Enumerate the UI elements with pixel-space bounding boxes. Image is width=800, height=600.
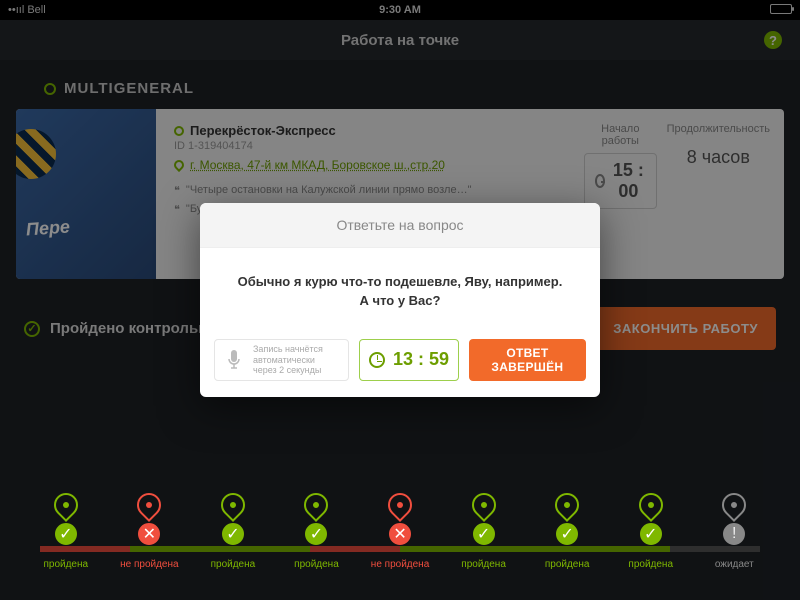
step-label: пройдена <box>294 559 339 570</box>
step-label: ожидает <box>715 559 754 570</box>
checkpoint-step[interactable]: ✕ не пройдена <box>358 493 442 570</box>
step-label: пройдена <box>211 559 256 570</box>
checkpoint-stepper: ✓ пройдена ✕ не пройдена ✓ пройдена ✓ пройдена ✕… <box>0 493 800 570</box>
step-label: пройдена <box>461 559 506 570</box>
pin-icon <box>634 488 668 522</box>
step-node: ✓ <box>640 523 662 545</box>
timer-value: 13 : 59 <box>393 349 449 370</box>
modal-title: Ответьте на вопрос <box>200 203 600 248</box>
step-label: пройдена <box>545 559 590 570</box>
pin-icon <box>132 488 166 522</box>
pin-icon <box>299 488 333 522</box>
step-label: не пройдена <box>371 559 429 570</box>
step-node: ✕ <box>138 523 160 545</box>
pin-icon <box>550 488 584 522</box>
pin-icon <box>383 488 417 522</box>
checkpoint-step[interactable]: ✓ пройдена <box>609 493 693 570</box>
step-node: ✓ <box>222 523 244 545</box>
pin-icon <box>49 488 83 522</box>
question-line-1: Обычно я курю что-то подешевле, Яву, нап… <box>226 272 574 292</box>
modal-body: Обычно я курю что-то подешевле, Яву, нап… <box>200 248 600 329</box>
checkpoint-step[interactable]: ✓ пройдена <box>191 493 275 570</box>
pin-icon <box>467 488 501 522</box>
microphone-icon <box>223 346 245 374</box>
answer-timer: 13 : 59 <box>359 339 459 381</box>
step-label: пройдена <box>628 559 673 570</box>
step-label: пройдена <box>43 559 88 570</box>
answer-done-button[interactable]: ОТВЕТ ЗАВЕРШЁН <box>469 339 586 381</box>
rec-text-1: Запись начнётся <box>253 344 323 355</box>
step-node: ✕ <box>389 523 411 545</box>
step-node: ✓ <box>556 523 578 545</box>
pin-icon <box>216 488 250 522</box>
pin-icon <box>717 488 751 522</box>
checkpoint-step[interactable]: ✓ пройдена <box>442 493 526 570</box>
rec-text-2: автоматически <box>253 355 323 366</box>
question-modal: Ответьте на вопрос Обычно я курю что-то … <box>200 203 600 397</box>
checkpoint-step[interactable]: ✓ пройдена <box>275 493 359 570</box>
clock-icon <box>369 352 385 368</box>
step-node: ✓ <box>305 523 327 545</box>
question-line-2: А что у Вас? <box>226 291 574 311</box>
record-indicator: Запись начнётся автоматически через 2 се… <box>214 339 349 381</box>
rec-text-3: через 2 секунды <box>253 365 323 376</box>
checkpoint-step[interactable]: ✓ пройдена <box>24 493 108 570</box>
checkpoint-step[interactable]: ✕ не пройдена <box>108 493 192 570</box>
checkpoint-step[interactable]: ! ожидает <box>693 493 777 570</box>
step-node: ✓ <box>473 523 495 545</box>
checkpoint-step[interactable]: ✓ пройдена <box>525 493 609 570</box>
step-node: ✓ <box>55 523 77 545</box>
step-label: не пройдена <box>120 559 178 570</box>
step-node: ! <box>723 523 745 545</box>
